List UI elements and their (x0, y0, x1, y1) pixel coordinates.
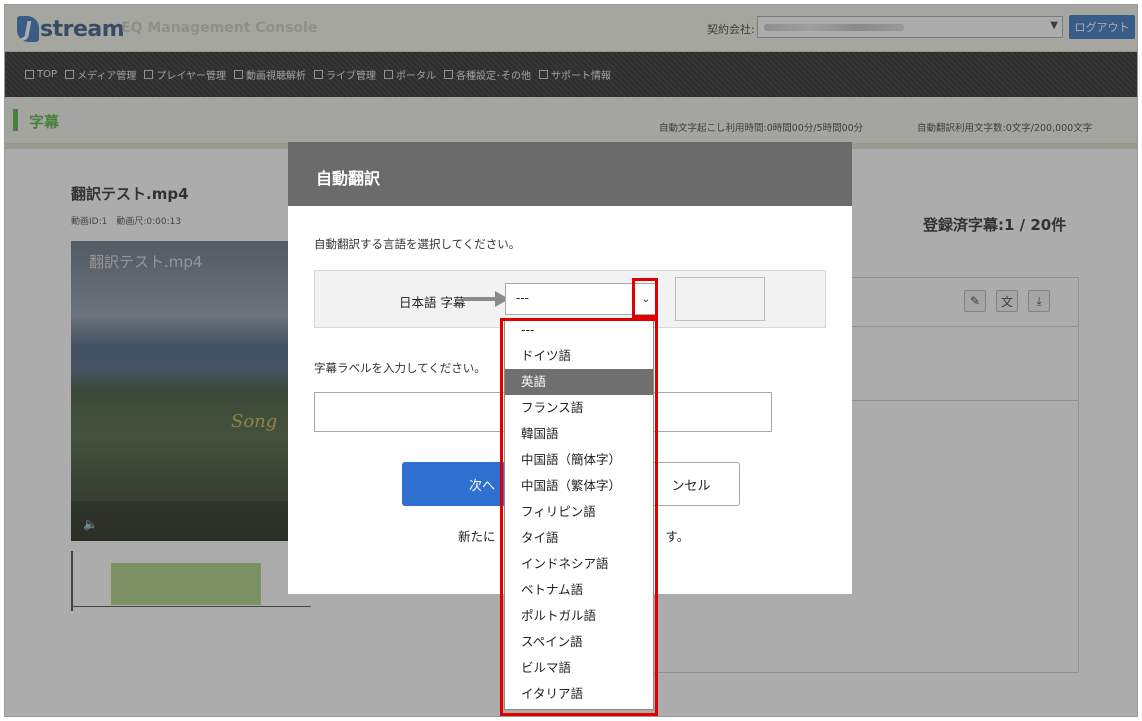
target-language-preview (675, 277, 765, 321)
dialog-note-left: 新たに (458, 529, 496, 544)
dialog-title: 自動翻訳 (316, 169, 381, 188)
annotation-highlight-arrow (632, 278, 658, 318)
annotation-highlight-list (500, 318, 658, 716)
arrow-right-icon (463, 291, 509, 307)
target-language-value: --- (516, 291, 529, 305)
dialog-note-right: す。 (665, 529, 690, 544)
source-language-label: 日本語 字幕 (399, 295, 466, 310)
label-instruction: 字幕ラベルを入力してください。 (314, 361, 486, 375)
language-instruction: 自動翻訳する言語を選択してください。 (314, 237, 521, 251)
dialog-header: 自動翻訳 (288, 142, 852, 206)
cancel-button-label: ンセル (671, 478, 711, 494)
